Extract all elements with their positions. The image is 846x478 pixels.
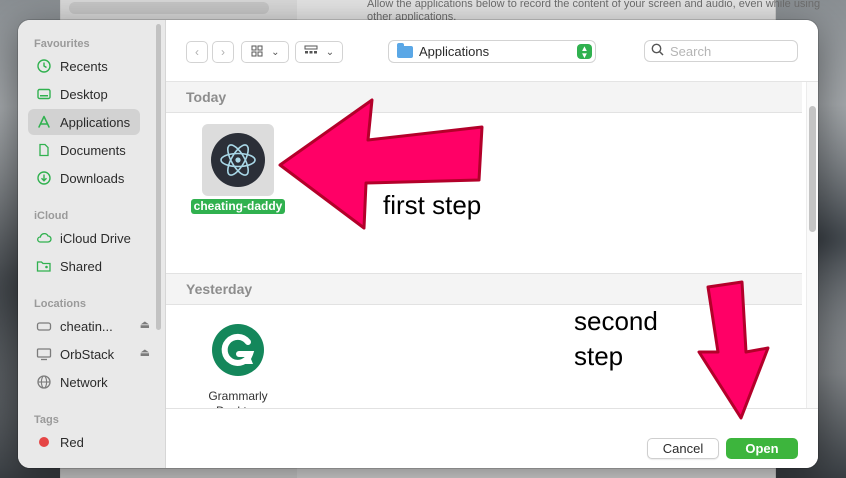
cancel-button[interactable]: Cancel <box>647 438 719 459</box>
chevron-right-icon: › <box>221 45 225 59</box>
sidebar-item-shared[interactable]: Shared <box>28 253 140 279</box>
location-popup[interactable]: Applications ▲ ▼ <box>388 40 596 63</box>
sidebar-section-tags: Tags <box>34 414 59 426</box>
second-step-label-line2: step <box>574 341 624 371</box>
shared-folder-icon <box>36 258 52 274</box>
toolbar: ‹ › ⌄ ⌄ Applications ▲ ▼ Search <box>166 20 818 82</box>
search-field[interactable]: Search <box>644 40 798 62</box>
sidebar-item-label: OrbStack <box>60 346 115 362</box>
group-by-button[interactable]: ⌄ <box>295 41 343 63</box>
sidebar-item-label: iCloud Drive <box>60 230 131 246</box>
applications-icon <box>36 114 52 130</box>
forward-button[interactable]: › <box>212 41 234 63</box>
location-label: Applications <box>419 44 490 59</box>
sidebar-scrollbar[interactable] <box>156 24 161 330</box>
dialog-footer: Cancel Open <box>166 408 818 468</box>
chevron-down-icon: ⌄ <box>271 46 280 58</box>
sidebar-item-orbstack[interactable]: OrbStack ⏏ <box>28 341 150 367</box>
file-browser: Today cheating-daddy Yesterday Grammarly <box>166 82 818 408</box>
app-label: cheating-daddy <box>190 199 286 214</box>
sidebar-item-label: Documents <box>60 142 126 158</box>
sidebar-section-locations: Locations <box>34 298 86 310</box>
app-item-cheating-daddy[interactable]: cheating-daddy <box>188 124 288 215</box>
download-icon <box>36 170 52 186</box>
sidebar-item-network[interactable]: Network <box>28 369 140 395</box>
sidebar-item-desktop[interactable]: Desktop <box>28 81 140 107</box>
cloud-icon <box>36 230 52 246</box>
group-header-today: Today <box>166 82 802 113</box>
icon-grid-icon <box>251 45 263 60</box>
drive-icon <box>36 318 52 334</box>
background-sidebar-item <box>69 2 269 14</box>
scroll-thumb[interactable] <box>809 106 816 232</box>
sidebar-item-label: Applications <box>60 114 131 130</box>
search-icon <box>651 43 664 59</box>
eject-icon[interactable]: ⏏ <box>140 318 150 331</box>
sidebar-item-label: Network <box>60 374 108 390</box>
desktop-icon <box>36 86 52 102</box>
globe-icon <box>36 374 52 390</box>
app-icon-tile <box>202 124 274 196</box>
sidebar-item-applications[interactable]: Applications <box>28 109 140 135</box>
sidebar-item-icloud-drive[interactable]: iCloud Drive <box>28 225 140 251</box>
tag-dot-icon <box>36 434 52 450</box>
sidebar-item-tag-red[interactable]: Red <box>28 429 140 455</box>
content-scrollbar[interactable] <box>806 82 818 408</box>
sidebar-item-recents[interactable]: Recents <box>28 53 140 79</box>
sidebar-section-icloud: iCloud <box>34 210 69 222</box>
sidebar-item-label: Downloads <box>60 170 125 186</box>
back-button[interactable]: ‹ <box>186 41 208 63</box>
grammarly-icon <box>212 324 264 376</box>
sidebar-item-label: cheatin... <box>60 318 113 334</box>
group-header-yesterday: Yesterday <box>166 273 802 305</box>
sidebar: Favourites Recents Desktop Applications … <box>18 20 166 468</box>
app-label: Grammarly Desktop <box>208 389 268 408</box>
first-step-label: first step <box>383 190 482 220</box>
sidebar-item-cheatin[interactable]: cheatin... ⏏ <box>28 313 150 339</box>
clock-icon <box>36 58 52 74</box>
second-step-label-line1: second <box>574 306 658 336</box>
app-icon-tile <box>202 314 274 386</box>
sidebar-item-documents[interactable]: Documents <box>28 137 140 163</box>
electron-icon <box>211 133 265 187</box>
popup-stepper-icon: ▲ ▼ <box>577 44 592 59</box>
sidebar-item-label: Desktop <box>60 86 108 102</box>
chevron-left-icon: ‹ <box>195 45 199 59</box>
display-icon <box>36 346 52 362</box>
sidebar-item-label: Shared <box>60 258 102 274</box>
open-file-dialog: Favourites Recents Desktop Applications … <box>18 20 818 468</box>
group-grid-icon <box>304 45 318 60</box>
eject-icon[interactable]: ⏏ <box>140 346 150 359</box>
sidebar-item-label: Red <box>60 434 84 450</box>
app-item-grammarly[interactable]: Grammarly Desktop <box>188 314 288 408</box>
view-mode-button[interactable]: ⌄ <box>241 41 289 63</box>
sidebar-item-downloads[interactable]: Downloads <box>28 165 140 191</box>
search-placeholder: Search <box>670 43 712 59</box>
sidebar-item-label: Recents <box>60 58 108 74</box>
document-icon <box>36 142 52 158</box>
folder-icon <box>397 42 413 58</box>
open-button[interactable]: Open <box>726 438 798 459</box>
sidebar-section-favourites: Favourites <box>34 38 90 50</box>
chevron-down-icon: ⌄ <box>325 46 335 58</box>
